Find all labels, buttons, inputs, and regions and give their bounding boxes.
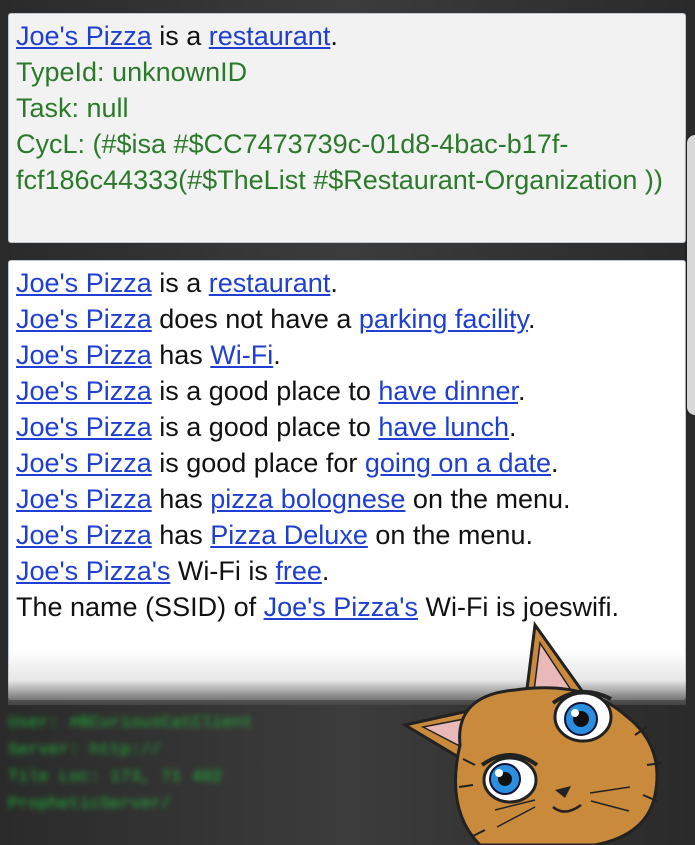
fact-suffix-text: .	[508, 412, 517, 442]
ssid-pre-text: The name (SSID) of	[16, 592, 264, 622]
fact-object-link[interactable]: parking facility	[359, 304, 528, 334]
fact-subject-link[interactable]: Joe's Pizza	[16, 376, 152, 406]
fact-row: Joe's Pizza does not have a parking faci…	[16, 301, 678, 337]
fact-suffix-text: on the menu.	[367, 520, 533, 550]
fact-text: does not have a	[151, 304, 359, 334]
console-line: PropheticServer/	[8, 795, 172, 814]
fact-object-link[interactable]: Pizza Deluxe	[210, 520, 368, 550]
fact-text: has	[151, 340, 211, 370]
console-line: User: #BCuriousCatClient	[8, 714, 253, 733]
fact-row: Joe's Pizza is a good place to have lunc…	[16, 409, 678, 445]
task-text: Task: null	[16, 93, 129, 123]
fact-row: Joe's Pizza has pizza bolognese on the m…	[16, 481, 678, 517]
side-drawer-handle[interactable]	[687, 135, 695, 415]
fact-text: is a good place to	[151, 376, 379, 406]
subject-link[interactable]: Joe's Pizza	[16, 21, 152, 51]
fact-subject-link[interactable]: Joe's Pizza's	[16, 556, 170, 586]
console-line: Tile Loc: 173, 71 402	[8, 768, 223, 787]
subject-info-card: Joe's Pizza is a restaurant. TypeId: unk…	[8, 13, 686, 243]
fact-text: has	[151, 520, 211, 550]
fact-suffix-text: .	[527, 304, 536, 334]
fact-subject-link[interactable]: Joe's Pizza	[16, 484, 152, 514]
fact-object-link[interactable]: have lunch	[378, 412, 509, 442]
fact-row: Joe's Pizza's Wi-Fi is free.	[16, 553, 678, 589]
fact-suffix-text: .	[330, 268, 338, 298]
fact-row: Joe's Pizza is a restaurant.	[16, 265, 678, 301]
fact-text: Wi-Fi is	[170, 556, 276, 586]
cycl-text: CycL: (#$isa #$CC7473739c-01d8-4bac-b17f…	[16, 129, 663, 195]
fact-subject-link[interactable]: Joe's Pizza	[16, 340, 152, 370]
fact-suffix-text: .	[518, 376, 526, 406]
facts-list: Joe's Pizza is a restaurant. Joe's Pizza …	[16, 265, 678, 589]
fact-object-link[interactable]: going on a date	[365, 448, 551, 478]
is-a-text: is a	[151, 21, 209, 51]
fact-suffix-text: on the menu.	[405, 484, 571, 514]
fact-subject-link[interactable]: Joe's Pizza	[16, 520, 152, 550]
console-line: Server: http://	[8, 741, 162, 760]
debug-console: User: #BCuriousCatClient Server: http://…	[0, 700, 440, 845]
fact-object-link[interactable]: restaurant	[209, 268, 331, 298]
fact-subject-link[interactable]: Joe's Pizza	[16, 268, 152, 298]
fact-row: Joe's Pizza has Wi-Fi.	[16, 337, 678, 373]
curious-cat-icon[interactable]	[385, 595, 695, 845]
fact-subject-link[interactable]: Joe's Pizza	[16, 412, 152, 442]
fact-text: is a good place to	[151, 412, 379, 442]
fact-text: is good place for	[151, 448, 365, 478]
period-text: .	[330, 21, 338, 51]
fact-subject-link[interactable]: Joe's Pizza	[16, 304, 152, 334]
fact-subject-link[interactable]: Joe's Pizza	[16, 448, 152, 478]
fact-object-link[interactable]: Wi-Fi	[210, 340, 273, 370]
fact-object-link[interactable]: pizza bolognese	[210, 484, 405, 514]
fact-object-link[interactable]: free	[275, 556, 322, 586]
fact-row: Joe's Pizza is a good place to have dinn…	[16, 373, 678, 409]
fact-text: is a	[151, 268, 209, 298]
fact-text: has	[151, 484, 211, 514]
type-id-text: TypeId: unknownID	[16, 57, 248, 87]
subject-type-line: Joe's Pizza is a restaurant.	[16, 18, 678, 54]
fact-suffix-text: .	[321, 556, 330, 586]
fact-row: Joe's Pizza is good place for going on a…	[16, 445, 678, 481]
type-link[interactable]: restaurant	[209, 21, 331, 51]
fact-suffix-text: .	[551, 448, 559, 478]
fact-object-link[interactable]: have dinner	[378, 376, 518, 406]
fact-suffix-text: .	[273, 340, 281, 370]
fact-row: Joe's Pizza has Pizza Deluxe on the menu…	[16, 517, 678, 553]
